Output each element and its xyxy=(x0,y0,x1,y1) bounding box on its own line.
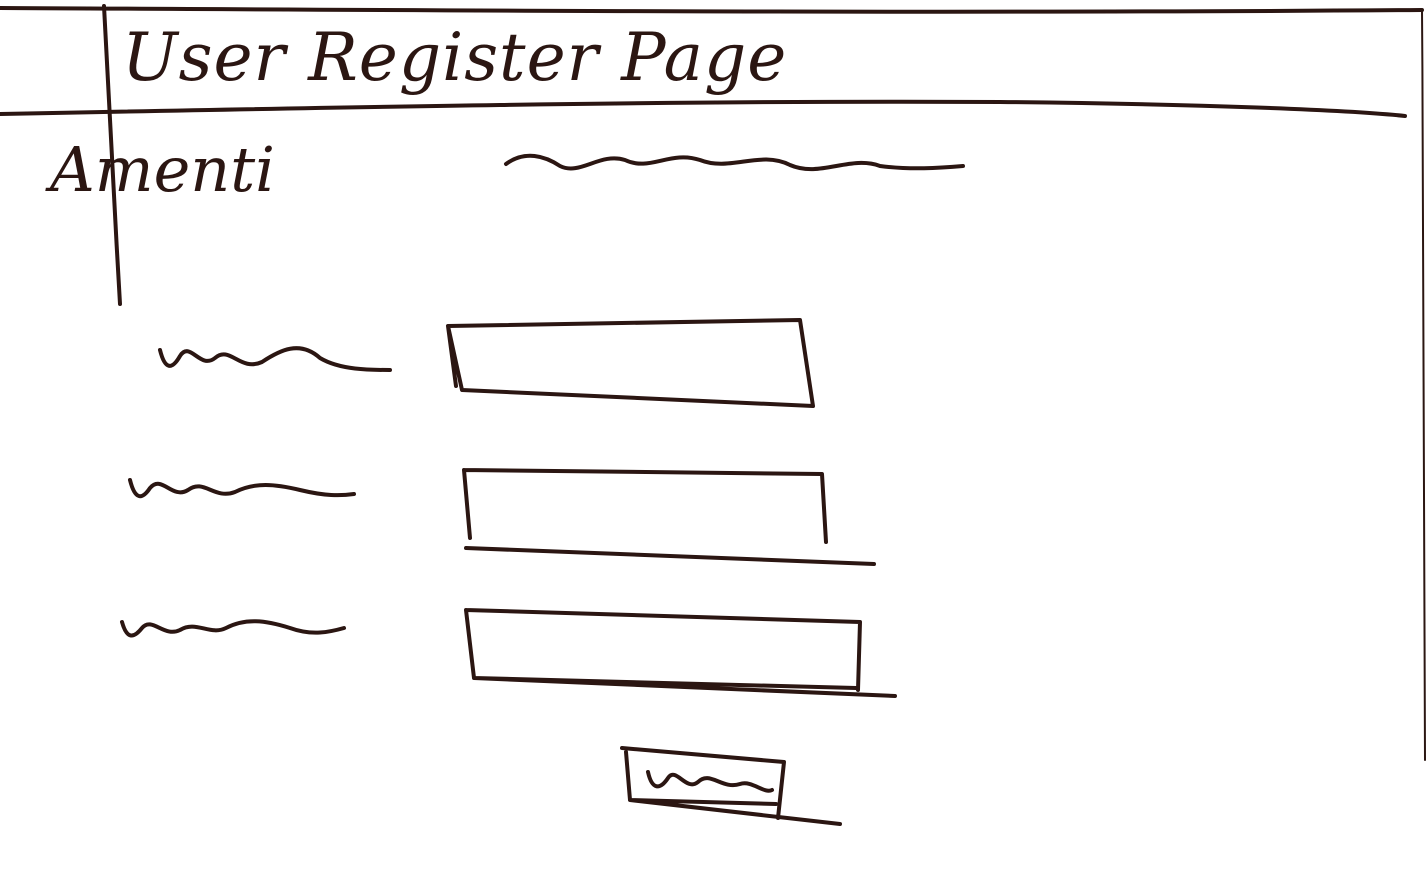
header-subtitle-scribble xyxy=(504,153,965,172)
submit-button[interactable] xyxy=(626,752,782,806)
header-bottom-border xyxy=(0,99,1407,118)
right-border xyxy=(1421,9,1427,761)
input-field-3[interactable] xyxy=(472,616,858,684)
page-title: User Register Page xyxy=(122,19,788,96)
input-field-1[interactable] xyxy=(452,326,808,396)
app-logo: Amenti xyxy=(50,133,275,206)
header-top-border xyxy=(0,6,1424,14)
field-label-scribble-2 xyxy=(128,478,356,499)
field-label-scribble-3 xyxy=(120,619,346,638)
field-label-scribble-1 xyxy=(158,346,392,372)
input-field-2[interactable] xyxy=(468,474,824,542)
